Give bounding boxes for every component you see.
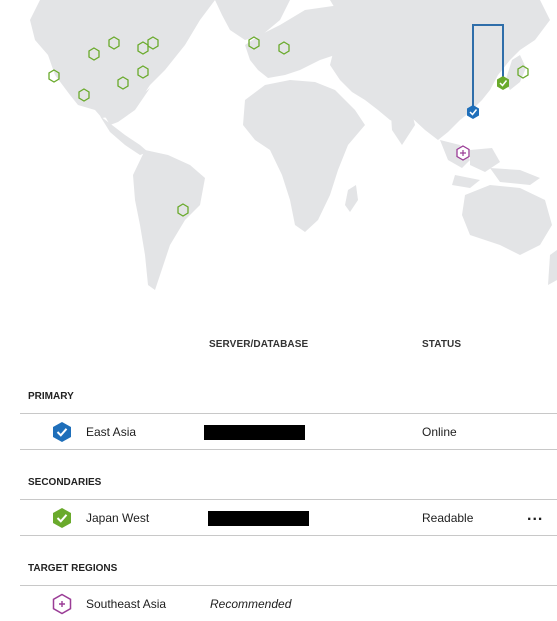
world-map: [0, 0, 557, 300]
divider: [20, 449, 557, 450]
target-region-name: Southeast Asia: [86, 597, 167, 611]
column-header-status: STATUS: [422, 339, 462, 350]
redacted-server-database: [204, 425, 305, 440]
section-label-primary: PRIMARY: [28, 391, 74, 402]
divider: [20, 535, 557, 536]
recommended-label: Recommended: [210, 597, 292, 611]
primary-region-name: East Asia: [86, 425, 137, 439]
target-region-icon: [52, 593, 72, 615]
redacted-server-database: [208, 511, 309, 526]
divider: [20, 585, 557, 586]
section-label-secondaries: SECONDARIES: [28, 477, 102, 488]
column-header-server-database: SERVER/DATABASE: [209, 339, 309, 350]
target-map-marker[interactable]: [456, 145, 470, 161]
secondary-status: Readable: [422, 511, 474, 525]
primary-row[interactable]: East Asia Online: [0, 415, 557, 449]
divider: [20, 499, 557, 500]
secondary-row[interactable]: Japan West Readable ...: [0, 501, 557, 535]
target-region-row[interactable]: Southeast Asia Recommended: [0, 587, 557, 621]
primary-check-icon: [53, 422, 71, 442]
more-options-icon[interactable]: ...: [527, 507, 543, 525]
secondary-check-icon: [53, 508, 71, 528]
section-label-target-regions: TARGET REGIONS: [28, 563, 118, 574]
secondary-region-name: Japan West: [86, 511, 150, 525]
divider: [20, 413, 557, 414]
primary-status: Online: [422, 425, 457, 439]
